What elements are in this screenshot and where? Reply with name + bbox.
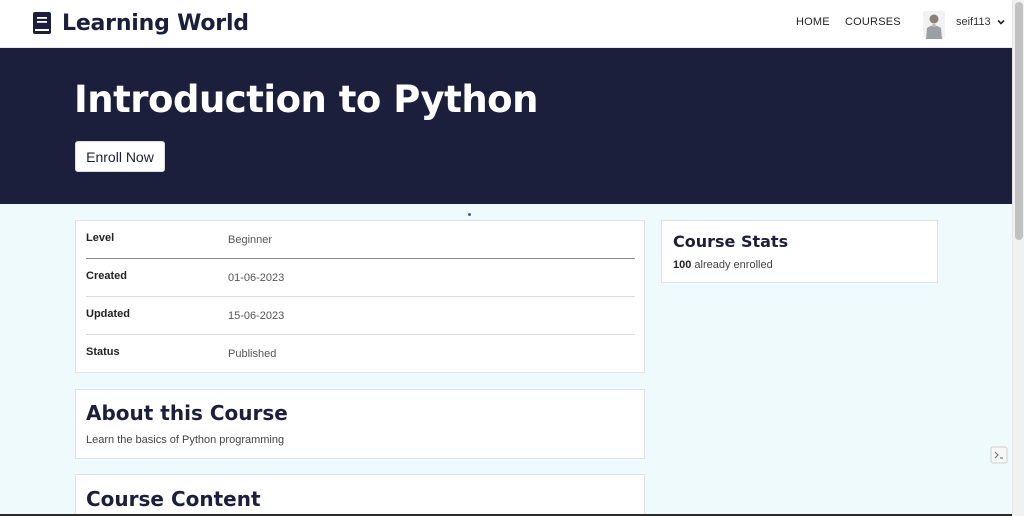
about-title: About this Course xyxy=(86,401,288,425)
course-content-card: Course Content xyxy=(75,474,645,516)
user-avatar[interactable] xyxy=(923,11,945,39)
course-title: Introduction to Python xyxy=(74,78,538,121)
course-hero: Introduction to Python Enroll Now xyxy=(0,48,1012,204)
detail-value: Beginner xyxy=(228,234,273,246)
nav-home-link[interactable]: HOME xyxy=(796,16,830,28)
enrolled-count: 100 already enrolled xyxy=(673,259,773,271)
detail-value: 15-06-2023 xyxy=(228,310,285,322)
top-navbar: Learning World HOME COURSES seif113 xyxy=(0,0,1012,48)
detail-label: Status xyxy=(86,346,120,358)
detail-label: Level xyxy=(86,232,115,244)
detail-row-updated: Updated 15-06-2023 xyxy=(86,297,635,335)
detail-row-created: Created 01-06-2023 xyxy=(86,259,635,297)
username-label[interactable]: seif113 xyxy=(956,16,991,28)
detail-value: 01-06-2023 xyxy=(228,272,285,284)
about-description: Learn the basics of Python programming xyxy=(86,434,285,446)
page-scrollbar[interactable] xyxy=(1012,0,1024,516)
enrolled-number: 100 xyxy=(673,259,692,271)
course-content-title: Course Content xyxy=(86,487,261,511)
course-stats-card: Course Stats 100 already enrolled xyxy=(661,220,938,283)
translate-icon[interactable] xyxy=(990,446,1008,464)
stats-title: Course Stats xyxy=(673,232,789,251)
enroll-button[interactable]: Enroll Now xyxy=(75,141,165,172)
detail-label: Updated xyxy=(86,308,130,320)
course-details-card: Level Beginner Created 01-06-2023 Update… xyxy=(75,220,645,373)
brand-link[interactable]: Learning World xyxy=(32,10,249,36)
enrolled-text: already enrolled xyxy=(694,259,773,271)
chevron-down-icon[interactable] xyxy=(996,17,1006,27)
detail-label: Created xyxy=(86,270,127,282)
detail-row-status: Status Published xyxy=(86,335,635,373)
loading-dot xyxy=(468,213,471,216)
about-course-card: About this Course Learn the basics of Py… xyxy=(75,389,645,459)
brand-name: Learning World xyxy=(62,10,249,36)
book-icon xyxy=(33,12,51,34)
detail-value: Published xyxy=(228,348,277,360)
detail-row-level: Level Beginner xyxy=(86,221,635,259)
scrollbar-thumb[interactable] xyxy=(1015,2,1023,240)
nav-courses-link[interactable]: COURSES xyxy=(845,16,901,28)
